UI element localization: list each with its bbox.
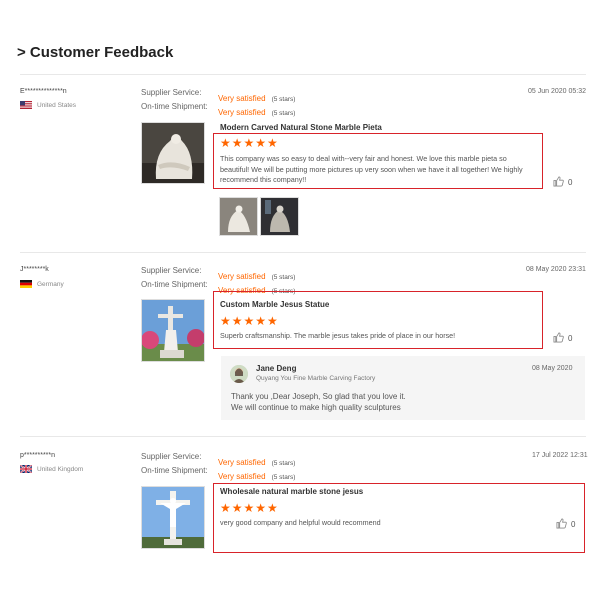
reviewer-country: United Kingdom xyxy=(20,465,83,473)
rating-stars: ★★★★★ xyxy=(220,136,279,150)
uk-flag-icon xyxy=(20,465,32,473)
like-count: 0 xyxy=(568,178,573,187)
review-date: 08 May 2020 23:31 xyxy=(526,266,586,273)
reviewer-name: p**********n xyxy=(20,452,56,459)
like-count: 0 xyxy=(571,520,576,529)
thumbs-up-icon xyxy=(553,176,564,189)
product-image[interactable] xyxy=(141,486,205,549)
avatar xyxy=(230,365,248,383)
divider xyxy=(20,252,586,253)
page-title: > Customer Feedback xyxy=(17,44,174,61)
shipment-label: On-time Shipment: xyxy=(141,280,208,289)
shipment-value: Very satisfied (5 stars) xyxy=(218,472,296,481)
country-label: United Kingdom xyxy=(37,465,84,473)
shipment-value: Very satisfied (5 stars) xyxy=(218,108,296,117)
product-name[interactable]: Wholesale natural marble stone jesus xyxy=(220,487,363,496)
thumbs-up-icon xyxy=(553,332,564,345)
supplier-service-label: Supplier Service: xyxy=(141,452,202,461)
review-photo[interactable] xyxy=(219,197,258,236)
product-image[interactable] xyxy=(141,299,205,362)
germany-flag-icon xyxy=(20,280,32,288)
like-button[interactable]: 0 xyxy=(553,176,572,189)
reviewer-country: Germany xyxy=(20,280,64,288)
reviewer-name: J********k xyxy=(20,266,49,273)
like-button[interactable]: 0 xyxy=(556,518,575,531)
divider xyxy=(20,74,586,75)
product-name[interactable]: Custom Marble Jesus Statue xyxy=(220,300,329,309)
shipment-label: On-time Shipment: xyxy=(141,466,208,475)
country-label: Germany xyxy=(37,280,64,288)
rating-stars: ★★★★★ xyxy=(220,501,279,515)
review-text: very good company and helpful would reco… xyxy=(220,518,381,527)
thumbs-up-icon xyxy=(556,518,567,531)
us-flag-icon xyxy=(20,101,32,109)
divider xyxy=(20,436,586,437)
review-date: 05 Jun 2020 05:32 xyxy=(528,88,586,95)
reply-line-1: Thank you ,Dear Joseph, So glad that you… xyxy=(231,392,406,401)
reply-line-2: We will continue to make high quality sc… xyxy=(231,403,401,412)
replier-name: Jane Deng xyxy=(256,364,297,373)
product-name[interactable]: Modern Carved Natural Stone Marble Pieta xyxy=(220,123,382,132)
shipment-label: On-time Shipment: xyxy=(141,102,208,111)
country-label: United States xyxy=(37,101,77,109)
like-button[interactable]: 0 xyxy=(553,332,572,345)
reviewer-country: United States xyxy=(20,101,76,109)
reviewer-name: E**************n xyxy=(20,88,67,95)
product-image[interactable] xyxy=(141,122,205,184)
review-date: 17 Jul 2022 12:31 xyxy=(532,452,588,459)
like-count: 0 xyxy=(568,334,573,343)
rating-stars: ★★★★★ xyxy=(220,314,279,328)
supplier-service-label: Supplier Service: xyxy=(141,88,202,97)
reply-date: 08 May 2020 xyxy=(532,365,573,372)
review-text: This company was so easy to deal with--v… xyxy=(220,154,523,184)
supplier-service-label: Supplier Service: xyxy=(141,266,202,275)
review-text: Superb craftsmanship. The marble jesus t… xyxy=(220,331,456,340)
replier-company: Quyang You Fine Marble Carving Factory xyxy=(256,375,376,382)
review-photo[interactable] xyxy=(260,197,299,236)
